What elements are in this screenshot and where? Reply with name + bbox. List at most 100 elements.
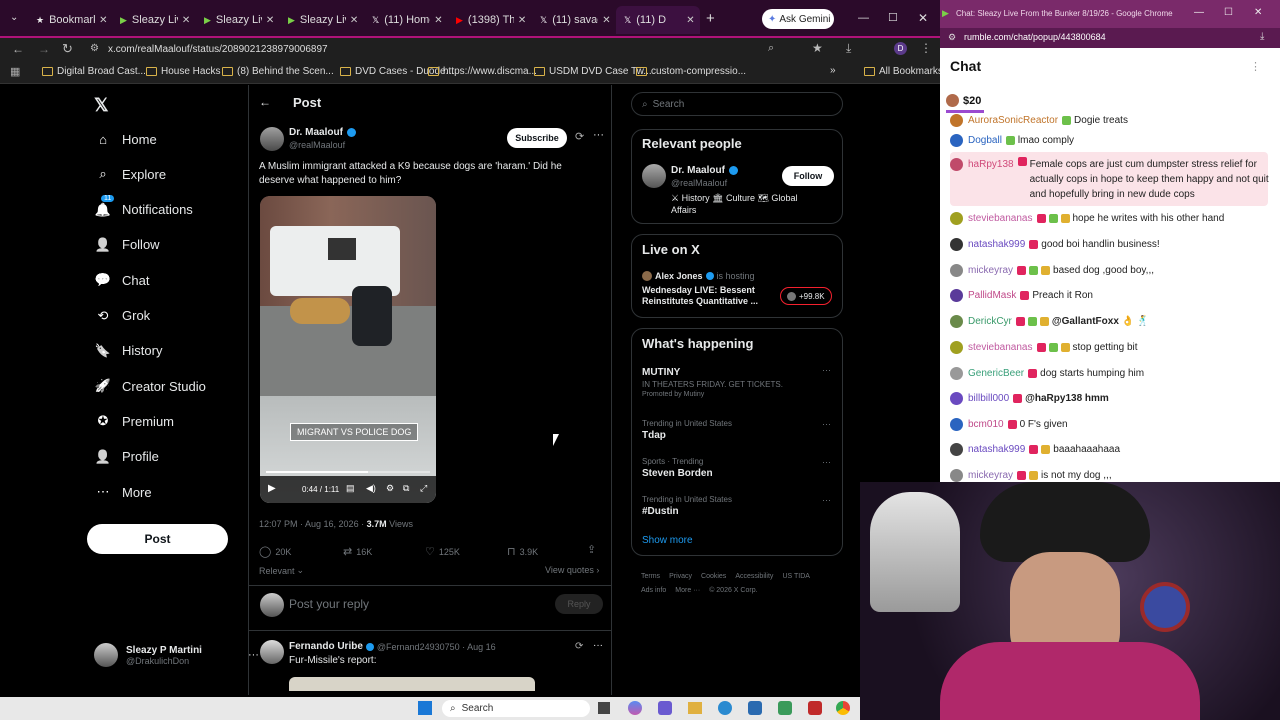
settings-icon[interactable]: ⚙ [386, 483, 394, 494]
app-icon[interactable] [808, 701, 822, 715]
trend-more-icon[interactable]: ··· [822, 495, 831, 505]
tab-close-icon[interactable]: ✕ [518, 15, 526, 26]
live-description[interactable]: Wednesday LIVE: Bessent Reinstitutes Qua… [642, 285, 770, 307]
post-button[interactable]: Post [87, 524, 228, 554]
all-bookmarks-folder[interactable]: All Bookmarks [864, 66, 943, 77]
sort-dropdown[interactable]: Relevant ⌄ [259, 565, 304, 576]
like-action[interactable]: ♡ 125K [425, 545, 460, 558]
site-info-icon[interactable]: ⚙ [90, 43, 99, 54]
file-explorer-icon[interactable] [688, 702, 702, 714]
back-arrow-icon[interactable]: ← [259, 95, 271, 109]
chat-avatar[interactable] [950, 134, 963, 147]
reload-icon[interactable]: ↻ [62, 41, 73, 57]
chat-avatar[interactable] [950, 289, 963, 302]
chat-avatar[interactable] [950, 469, 963, 482]
trend-item[interactable]: Trending in United States Tdap ··· [642, 419, 832, 441]
copilot-icon[interactable] [628, 701, 642, 715]
nav-item-explore[interactable]: ⌕ Explore [94, 165, 166, 183]
chrome-icon[interactable] [836, 701, 850, 715]
tab-close-icon[interactable]: ✕ [182, 15, 190, 26]
search-field[interactable]: ⌕ Search [631, 92, 843, 116]
nav-item-home[interactable]: ⌂ Home [94, 130, 157, 148]
reply-author-avatar[interactable] [260, 640, 284, 664]
nav-item-notifications[interactable]: 🔔 Notifications 11 [94, 194, 193, 219]
chat-close-icon[interactable]: ✕ [1254, 7, 1262, 18]
author-name[interactable]: Dr. Maalouf [289, 127, 343, 138]
chat-avatar[interactable] [950, 367, 963, 380]
footer-link[interactable]: Ads info [641, 584, 666, 598]
browser-tab[interactable]: ▶ Sleazy Live ✕ [196, 6, 280, 34]
nav-item-chat[interactable]: 💬 Chat [94, 271, 150, 289]
pip-icon[interactable]: ⧉ [403, 483, 409, 494]
chat-options-icon[interactable]: ⋮ [1250, 60, 1261, 73]
chat-username[interactable]: steviebananas [968, 213, 1033, 224]
chat-username[interactable]: mickeyray [968, 265, 1013, 276]
trend-item[interactable]: MUTINY IN THEATERS FRIDAY. GET TICKETS. Pr… [642, 365, 832, 398]
trend-more-icon[interactable]: ··· [822, 365, 831, 375]
share-icon[interactable]: ⇪ [587, 543, 596, 556]
edge-icon[interactable] [718, 701, 732, 715]
chat-username[interactable]: bcm010 [968, 419, 1004, 430]
browser-tab[interactable]: 𝕏 (11) D ✕ [616, 6, 700, 34]
footer-link[interactable]: Cookies [701, 570, 726, 584]
chat-username[interactable]: natashak999 [968, 444, 1025, 455]
tab-close-icon[interactable]: ✕ [602, 15, 610, 26]
chat-minimize-icon[interactable]: — [1194, 7, 1204, 18]
author-handle[interactable]: @realMaalouf [289, 140, 345, 150]
footer-link[interactable]: © 2026 X Corp. [709, 584, 757, 598]
browser-tab[interactable]: ▶ (1398) The ✕ [448, 6, 532, 34]
chat-username[interactable]: Dogball [968, 135, 1002, 146]
tweet-video[interactable]: MIGRANT VS POLICE DOG ▶ 0:44 / 1:11 ▤ ◀)… [260, 196, 436, 503]
chat-maximize-icon[interactable]: ☐ [1224, 7, 1233, 18]
bookmark-item[interactable]: USDM DVD Case Tw... [534, 66, 652, 77]
new-tab-button[interactable]: + [706, 10, 715, 27]
reply-action[interactable]: ◯ 20K [259, 545, 291, 558]
fullscreen-icon[interactable]: ⤢ [420, 483, 427, 494]
chat-avatar[interactable] [950, 158, 963, 171]
tweet-more-icon[interactable]: ··· [593, 129, 604, 141]
video-progress-track[interactable] [266, 471, 430, 473]
trend-item[interactable]: Sports · Trending Steven Borden ··· [642, 457, 832, 479]
view-quotes-link[interactable]: View quotes › [545, 565, 599, 575]
nav-item-profile[interactable]: 👤 Profile [94, 448, 159, 466]
nav-item-creator-studio[interactable]: 🚀 Creator Studio [94, 377, 206, 395]
zoom-icon[interactable]: ⌕ [768, 42, 774, 55]
grok-icon[interactable]: ⟳ [575, 641, 583, 652]
chat-username[interactable]: haRpy138 [968, 157, 1014, 172]
reply-media[interactable] [289, 677, 535, 691]
browser-tab[interactable]: 𝕏 (11) Home ✕ [364, 6, 448, 34]
chat-avatar[interactable] [950, 315, 963, 328]
trend-more-icon[interactable]: ··· [822, 419, 831, 429]
reply-author-handle[interactable]: @Fernand24930750 · Aug 16 [377, 642, 496, 652]
chat-download-icon[interactable]: ⤓ [1260, 31, 1264, 42]
nav-item-more[interactable]: ⋯ More [94, 483, 152, 501]
live-listener-badge[interactable]: +99.8K [780, 287, 832, 305]
chat-avatar[interactable] [950, 341, 963, 354]
maximize-icon[interactable]: ☐ [888, 11, 898, 24]
chat-avatar[interactable] [950, 392, 963, 405]
chat-avatar[interactable] [950, 212, 963, 225]
chat-username[interactable]: natashak999 [968, 239, 1025, 250]
minimize-icon[interactable]: — [858, 12, 869, 24]
tab-close-icon[interactable]: ✕ [99, 15, 107, 26]
tab-close-icon[interactable]: ✕ [350, 15, 358, 26]
tab-close-icon[interactable]: ✕ [434, 15, 442, 26]
bookmark-item[interactable]: House Hacks [146, 66, 220, 77]
tweet-timestamp[interactable]: 12:07 PM · Aug 16, 2026 · [259, 519, 367, 529]
bookmark-item[interactable]: Digital Broad Cast... [42, 66, 146, 77]
captions-icon[interactable]: ▤ [346, 483, 355, 494]
menu-kebab-icon[interactable]: ⋮ [920, 41, 932, 55]
bookmark-action[interactable]: ⊓ 3.9K [507, 545, 538, 558]
chat-username[interactable]: billbill000 [968, 393, 1009, 404]
chat-site-icon[interactable]: ⚙ [948, 32, 956, 43]
chat-username[interactable]: steviebananas [968, 342, 1033, 353]
close-window-icon[interactable]: ✕ [918, 11, 928, 25]
more-bookmarks-icon[interactable]: » [830, 65, 836, 76]
back-icon[interactable]: ← [12, 42, 24, 56]
store-icon[interactable] [748, 701, 762, 715]
footer-link[interactable]: More ··· [675, 584, 700, 598]
download-icon[interactable]: ⤓ [846, 41, 851, 56]
trend-more-icon[interactable]: ··· [822, 457, 831, 467]
browser-tab[interactable]: ★ Bookmarks ✕ [28, 6, 112, 34]
start-icon[interactable] [418, 701, 432, 715]
